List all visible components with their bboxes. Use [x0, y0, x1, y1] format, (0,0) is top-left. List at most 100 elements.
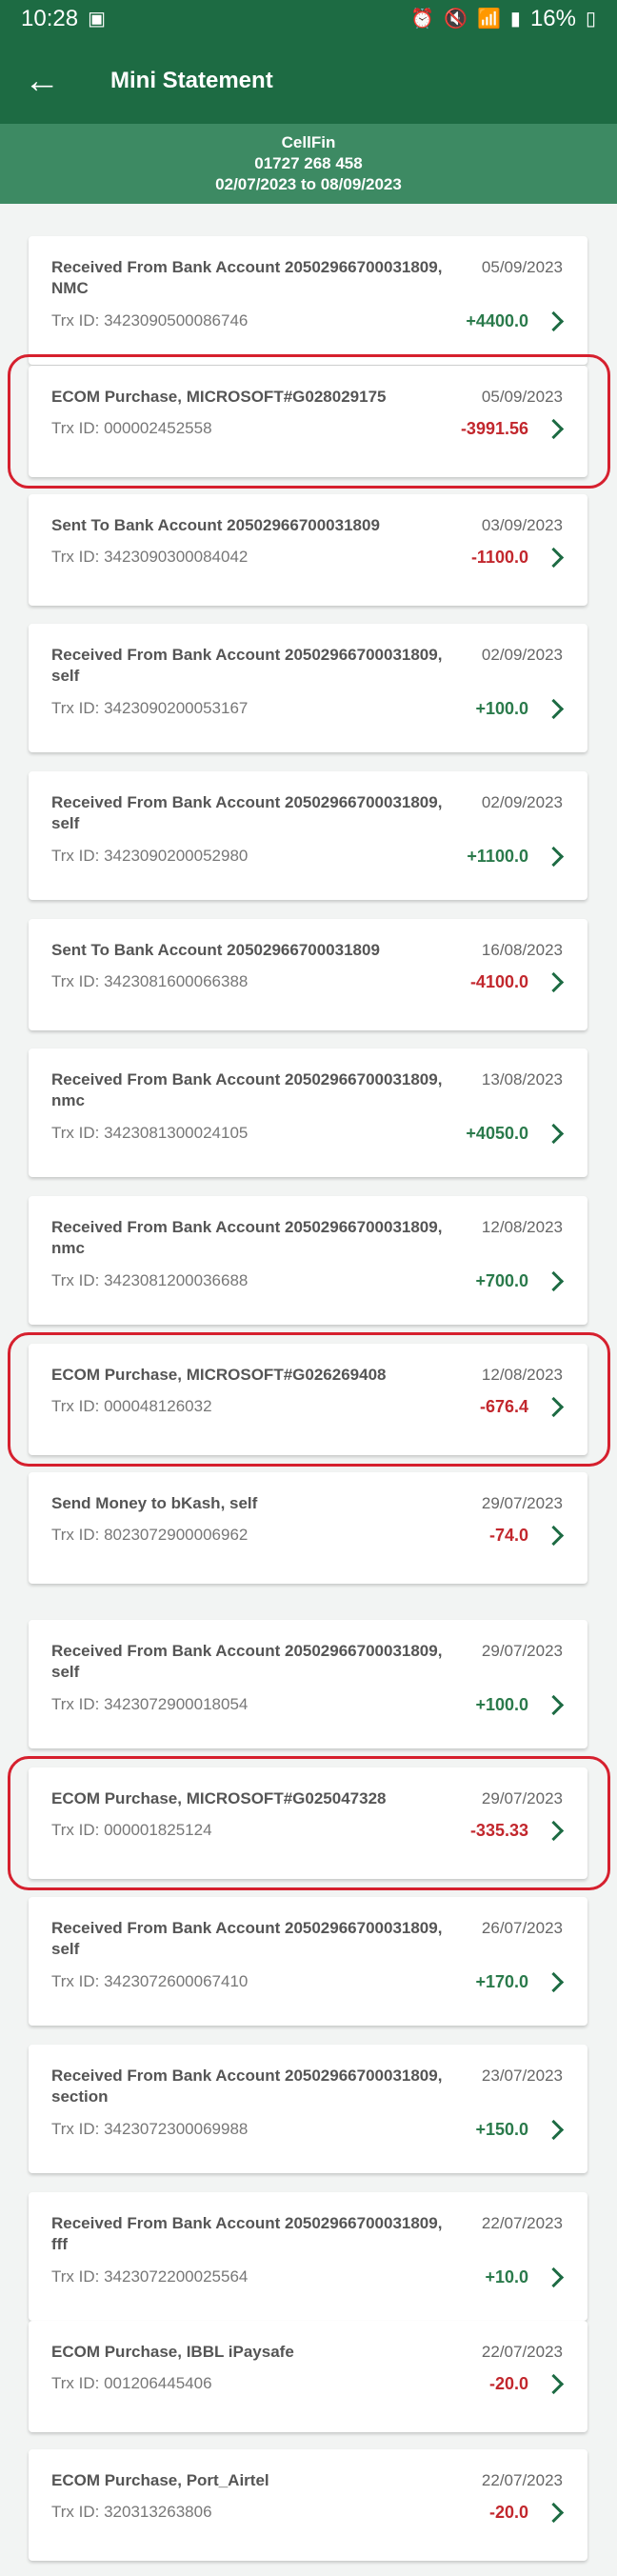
transaction-card[interactable]: ECOM Purchase, MICROSOFT#G025047328 29/07… — [29, 1767, 587, 1879]
transaction-date: 05/09/2023 — [481, 258, 563, 276]
transaction-title: Received From Bank Account 2050296670003… — [51, 1919, 443, 1958]
status-bar: 10:28 ▣ ⏰ 🔇 📶 ▮ 16% ▯ — [0, 0, 617, 38]
status-time: 10:28 — [21, 6, 79, 31]
chevron-right-icon[interactable] — [543, 698, 565, 720]
transaction-title: Received From Bank Account 2050296670003… — [51, 793, 443, 832]
transaction-card[interactable]: Received From Bank Account 2050296670003… — [29, 1048, 587, 1177]
transaction-card[interactable]: Received From Bank Account 2050296670003… — [29, 1897, 587, 2026]
gallery-icon: ▣ — [88, 9, 106, 30]
transaction-id: Trx ID: 3423081300024105 — [51, 1124, 249, 1142]
transaction-date: 05/09/2023 — [481, 388, 563, 406]
transaction-id: Trx ID: 3423090300084042 — [51, 548, 249, 566]
chevron-right-icon[interactable] — [543, 2373, 565, 2395]
transaction-amount: -335.33 — [469, 1821, 528, 1840]
chevron-right-icon[interactable] — [543, 547, 565, 569]
transaction-amount: -676.4 — [479, 1397, 528, 1416]
transaction-id: Trx ID: 3423072900018054 — [51, 1695, 249, 1713]
transaction-card[interactable]: Received From Bank Account 2050296670003… — [29, 771, 587, 900]
transaction-id: Trx ID: 3423072600067410 — [51, 1972, 249, 1990]
transaction-amount: +100.0 — [475, 699, 528, 718]
transaction-amount: -1100.0 — [470, 548, 528, 567]
mute-icon: 🔇 — [444, 9, 468, 30]
status-left: 10:28 ▣ — [21, 6, 106, 32]
transaction-card[interactable]: Sent To Bank Account 20502966700031809 16… — [29, 919, 587, 1030]
transaction-title: Sent To Bank Account 20502966700031809 — [51, 941, 380, 959]
transaction-date: 22/07/2023 — [481, 2214, 563, 2232]
transaction-id: Trx ID: 3423081600066388 — [51, 972, 249, 990]
transaction-list[interactable]: Received From Bank Account 2050296670003… — [0, 204, 617, 2576]
transaction-card[interactable]: ECOM Purchase, Port_Airtel 22/07/2023 Trx … — [29, 2449, 587, 2561]
transaction-title: Received From Bank Account 2050296670003… — [51, 1642, 443, 1681]
transaction-amount: +10.0 — [485, 2267, 528, 2286]
transaction-card[interactable]: Received From Bank Account 2050296670003… — [29, 1620, 587, 1748]
statement-summary: CellFin 01727 268 458 02/07/2023 to 08/0… — [0, 124, 617, 204]
transaction-card[interactable]: Received From Bank Account 2050296670003… — [29, 2192, 587, 2321]
transaction-card[interactable]: Received From Bank Account 2050296670003… — [29, 624, 587, 752]
transaction-card[interactable]: Send Money to bKash, self 29/07/2023 Trx I… — [29, 1472, 587, 1584]
transaction-title: Received From Bank Account 2050296670003… — [51, 2067, 443, 2106]
transaction-card[interactable]: ECOM Purchase, MICROSOFT#G026269408 12/08… — [29, 1344, 587, 1455]
transaction-card[interactable]: ECOM Purchase, IBBL iPaysafe 22/07/2023 Tr… — [29, 2321, 587, 2432]
chevron-right-icon[interactable] — [543, 1694, 565, 1716]
page-title: Mini Statement — [110, 68, 273, 93]
chevron-right-icon[interactable] — [543, 2119, 565, 2141]
transaction-amount: +1100.0 — [467, 847, 528, 866]
transaction-amount: +4050.0 — [466, 1124, 528, 1143]
transaction-amount: -4100.0 — [469, 972, 528, 991]
transaction-id: Trx ID: 3423090200052980 — [51, 847, 249, 865]
chevron-right-icon[interactable] — [543, 1525, 565, 1547]
transaction-title: Sent To Bank Account 20502966700031809 — [51, 516, 380, 534]
transaction-card[interactable]: Sent To Bank Account 20502966700031809 03… — [29, 494, 587, 606]
transaction-id: Trx ID: 3423090200053167 — [51, 699, 249, 717]
chevron-right-icon[interactable] — [543, 1396, 565, 1418]
transaction-date: 03/09/2023 — [481, 516, 563, 534]
transaction-card[interactable]: Received From Bank Account 2050296670003… — [29, 1196, 587, 1325]
transaction-date: 29/07/2023 — [481, 1494, 563, 1512]
transaction-amount: -20.0 — [488, 2503, 528, 2522]
chevron-right-icon[interactable] — [543, 846, 565, 868]
chevron-right-icon[interactable] — [543, 971, 565, 993]
transaction-date: 13/08/2023 — [481, 1070, 563, 1088]
transaction-card[interactable]: Received From Bank Account 2050296670003… — [29, 2045, 587, 2173]
transaction-title: ECOM Purchase, MICROSOFT#G026269408 — [51, 1366, 387, 1384]
transaction-amount: -3991.56 — [460, 419, 528, 438]
transaction-date: 02/09/2023 — [481, 793, 563, 811]
transaction-date: 22/07/2023 — [481, 2471, 563, 2489]
back-arrow-icon[interactable]: ← — [15, 54, 69, 108]
transaction-date: 22/07/2023 — [481, 2343, 563, 2361]
transaction-date: 12/08/2023 — [481, 1218, 563, 1236]
transaction-amount: -74.0 — [488, 1526, 528, 1545]
transaction-date: 26/07/2023 — [481, 1919, 563, 1937]
transaction-title: Received From Bank Account 2050296670003… — [51, 646, 443, 685]
transaction-amount: +4400.0 — [466, 311, 528, 330]
transaction-date: 12/08/2023 — [481, 1366, 563, 1384]
transaction-amount: +100.0 — [475, 1695, 528, 1714]
transaction-date: 16/08/2023 — [481, 941, 563, 959]
chevron-right-icon[interactable] — [543, 418, 565, 440]
account-number: 01727 268 458 — [254, 154, 363, 172]
chevron-right-icon[interactable] — [543, 2502, 565, 2524]
transaction-card[interactable]: ECOM Purchase, MICROSOFT#G028029175 05/09… — [29, 366, 587, 477]
chevron-right-icon[interactable] — [543, 310, 565, 332]
battery-icon: ▯ — [585, 9, 596, 30]
transaction-id: Trx ID: 3423081200036688 — [51, 1271, 249, 1289]
chevron-right-icon[interactable] — [543, 1971, 565, 1993]
transaction-id: Trx ID: 000002452558 — [51, 419, 212, 437]
app-bar: ← Mini Statement — [0, 38, 617, 124]
chevron-right-icon[interactable] — [543, 1820, 565, 1842]
transaction-card[interactable]: Received From Bank Account 2050296670003… — [29, 236, 587, 365]
battery-text: 16% — [529, 6, 576, 31]
alarm-icon: ⏰ — [410, 9, 435, 30]
transaction-id: Trx ID: 3423090500086746 — [51, 311, 249, 329]
transaction-title: ECOM Purchase, MICROSOFT#G028029175 — [51, 388, 387, 406]
transaction-title: Received From Bank Account 2050296670003… — [51, 1070, 443, 1109]
transaction-date: 23/07/2023 — [481, 2067, 563, 2085]
transaction-title: Received From Bank Account 2050296670003… — [51, 258, 443, 297]
transaction-id: Trx ID: 000048126032 — [51, 1397, 212, 1415]
chevron-right-icon[interactable] — [543, 1123, 565, 1145]
transaction-date: 02/09/2023 — [481, 646, 563, 664]
transaction-title: Received From Bank Account 2050296670003… — [51, 1218, 443, 1257]
transaction-title: Send Money to bKash, self — [51, 1494, 258, 1512]
chevron-right-icon[interactable] — [543, 1270, 565, 1292]
chevron-right-icon[interactable] — [543, 2266, 565, 2288]
